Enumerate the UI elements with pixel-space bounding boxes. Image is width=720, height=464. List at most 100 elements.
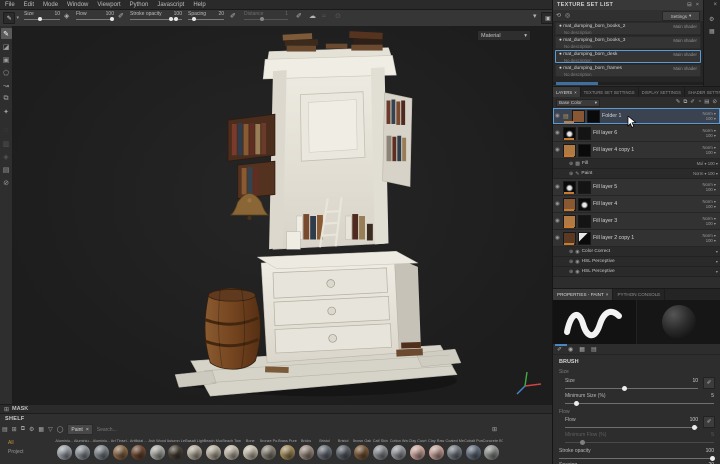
material-picker-tool-icon[interactable]: ✦: [1, 106, 12, 117]
visibility-icon[interactable]: ⊕: [569, 259, 573, 265]
pen-pressure-icon[interactable]: ✐: [296, 12, 302, 22]
texture-set-scrollbar[interactable]: [553, 82, 703, 85]
reimport-icon[interactable]: ⟲: [556, 12, 561, 19]
layer-sub-row[interactable]: ⊕ ◉ HSL Perceptive ▾: [553, 257, 720, 267]
shelf-grid-view-icon[interactable]: ⊞: [492, 426, 497, 433]
material-swatch[interactable]: Clay Raw: [427, 438, 446, 464]
layer-sub-row[interactable]: ⊕ ✎ Paint Norm ▾ 100 ▾: [553, 169, 720, 179]
tab-layers[interactable]: LAYERS ×: [553, 87, 581, 97]
material-swatch[interactable]: Bone: [241, 438, 260, 464]
layer-blend-opacity[interactable]: Norm ▾ 100 ▾: [689, 145, 718, 156]
toolbar-spacing-slider[interactable]: Spacing 20: [188, 11, 224, 25]
minimize-icon[interactable]: ⊟: [687, 2, 692, 8]
delete-layer-icon[interactable]: ⊘: [712, 99, 717, 106]
layer-opacity[interactable]: 100 ▾: [689, 204, 716, 210]
close-icon[interactable]: ×: [606, 292, 609, 297]
brush-tip-icon[interactable]: ◈: [64, 12, 69, 22]
menu-viewport[interactable]: Viewport: [97, 2, 120, 8]
shelf-add-icon[interactable]: ⊞: [12, 426, 17, 433]
add-effect-icon[interactable]: ✎: [676, 99, 681, 106]
viewport-3d[interactable]: Material ▾: [13, 26, 553, 404]
layer-row[interactable]: ◉ Fill layer 3 Norm ▾ 100 ▾: [553, 213, 720, 230]
menu-window[interactable]: Window: [67, 2, 88, 8]
layer-blend-opacity[interactable]: Norm ▾ 100 ▾: [689, 199, 718, 210]
close-icon[interactable]: ×: [574, 90, 576, 95]
visibility-icon[interactable]: ◉: [555, 235, 563, 241]
visibility-icon[interactable]: ⊕: [569, 269, 573, 275]
material-swatch[interactable]: Bronze Po...: [260, 438, 278, 464]
settings-dropdown[interactable]: Settings ▾: [662, 11, 700, 21]
material-swatch[interactable]: Aluminiu...: [92, 438, 111, 464]
layer-sub-row[interactable]: ⊕ ◉ HSL Perceptive ▾: [553, 267, 720, 277]
layer-sub-row[interactable]: ⊕ ◉ Color Correct ▾: [553, 247, 720, 257]
material-swatch[interactable]: Bricks: [297, 438, 316, 464]
visibility-icon[interactable]: ◉: [555, 130, 563, 136]
mask-panel-bar[interactable]: ⊞ MASK: [0, 404, 553, 414]
dynamic-stroke-tool-icon[interactable]: ◈: [1, 151, 12, 162]
texture-set-item[interactable]: ● mat_dumping_born_books_2 Main shader No …: [555, 22, 701, 35]
layer-opacity[interactable]: 100 ▾: [689, 150, 716, 156]
sub-layer-blend-opacity[interactable]: ▾: [716, 269, 718, 274]
sub-layer-blend-opacity[interactable]: Norm ▾ 100 ▾: [693, 171, 718, 176]
shelf-link-icon[interactable]: ⚙: [29, 426, 34, 433]
material-swatch[interactable]: Concrete B...: [483, 438, 501, 464]
filter-circle-icon[interactable]: ◯: [57, 426, 64, 433]
alpha-tab-icon[interactable]: ◉: [568, 346, 573, 353]
toolbar-size-slider[interactable]: Size 10: [24, 11, 60, 25]
material-swatch[interactable]: Bristol: [315, 438, 334, 464]
stencil-tab-icon[interactable]: ▦: [579, 346, 585, 353]
layer-opacity[interactable]: 100 ▾: [689, 133, 716, 139]
sub-layer-blend-opacity[interactable]: Mul ▾ 100 ▾: [697, 161, 718, 166]
panel-divider[interactable]: [552, 0, 553, 464]
shelf-view-icon[interactable]: ▦: [38, 426, 44, 433]
add-fill-layer-icon[interactable]: ⧉: [683, 99, 687, 106]
visibility-icon[interactable]: ◉: [555, 218, 563, 224]
material-swatch[interactable]: Calf Skin: [371, 438, 390, 464]
toolbar-flow-slider[interactable]: Flow 100: [76, 11, 115, 25]
material-swatch[interactable]: Autumn Leaf: [167, 438, 185, 464]
texture-set-item[interactable]: ● mat_dumping_born_desk Main shader No des…: [555, 50, 701, 63]
shelf-folder-icon[interactable]: ▤: [2, 426, 8, 433]
layer-row[interactable]: ◉ Fill layer 2 copy 1 Norm ▾ 100 ▾: [553, 230, 720, 247]
sub-layer-blend-opacity[interactable]: ▾: [716, 249, 718, 254]
material-swatch[interactable]: Basalt Light: [185, 438, 204, 464]
material-swatch[interactable]: Beach Mud: [204, 438, 222, 464]
quick-mask-tool-icon[interactable]: ⊘: [1, 177, 12, 188]
eraser-tool-icon[interactable]: ◪: [1, 41, 12, 52]
projection-tool-icon[interactable]: ▣: [1, 54, 12, 65]
layer-row[interactable]: ◉ Fill layer 4 copy 1 Norm ▾ 100 ▾: [553, 142, 720, 159]
layer-opacity[interactable]: 100 ▾: [689, 221, 716, 227]
visibility-icon[interactable]: ◉: [555, 201, 563, 207]
clone-tool-icon[interactable]: ⧉: [1, 93, 12, 104]
filter-icon[interactable]: ▽: [48, 426, 53, 433]
gear-icon[interactable]: ⚙: [709, 16, 714, 23]
material-swatch[interactable]: Bristol: [334, 438, 353, 464]
shelf-category-project[interactable]: Project: [8, 449, 24, 455]
layer-blend-opacity[interactable]: Norm ▾ 100 ▾: [689, 111, 718, 122]
sub-layer-blend-opacity[interactable]: ▾: [716, 259, 718, 264]
material-tab-icon[interactable]: ▤: [591, 346, 597, 353]
size-pressure-button[interactable]: ✐: [703, 377, 715, 389]
layer-opacity[interactable]: 100 ▾: [689, 238, 716, 244]
visibility-icon[interactable]: ◉: [555, 113, 563, 119]
symmetry-icon[interactable]: ☁: [309, 12, 316, 22]
material-swatch[interactable]: Cotton Wear: [390, 438, 408, 464]
shelf-import-icon[interactable]: ⧉: [21, 426, 25, 433]
material-swatch[interactable]: Brass Pure: [278, 438, 297, 464]
visibility-icon[interactable]: ◉: [555, 147, 563, 153]
menu-edit[interactable]: Edit: [24, 2, 34, 8]
flow-pressure-icon[interactable]: ✐: [118, 12, 124, 22]
layer-blend-opacity[interactable]: Norm ▾ 100 ▾: [689, 216, 718, 227]
texture-set-item[interactable]: ● mat_dumping_born_books_3 Main shader No …: [555, 36, 701, 49]
smudge-tool-icon[interactable]: ↝: [1, 80, 12, 91]
layer-opacity[interactable]: 100 ▾: [689, 116, 716, 122]
min-size-slider[interactable]: [565, 400, 714, 406]
layer-blend-opacity[interactable]: Norm ▾ 100 ▾: [689, 128, 718, 139]
toolbar-overflow-caret-icon[interactable]: ▾: [533, 12, 537, 22]
grid-icon[interactable]: ▦: [709, 28, 715, 35]
chip-close-icon[interactable]: ×: [86, 427, 89, 433]
layer-row[interactable]: ◉ Fill layer 5 Norm ▾ 100 ▾: [553, 179, 720, 196]
material-swatch[interactable]: Aluminiu...: [55, 438, 74, 464]
add-paint-layer-icon[interactable]: ✐: [690, 99, 695, 106]
material-swatch[interactable]: Cobalt Pure: [464, 438, 483, 464]
